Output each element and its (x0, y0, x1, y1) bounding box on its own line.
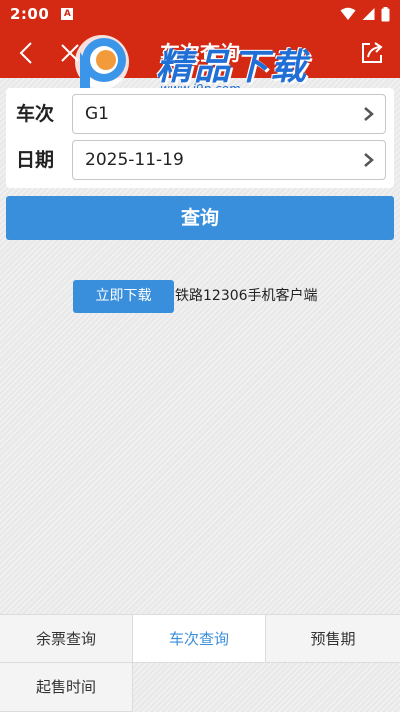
date-value: 2025-11-19 (85, 150, 184, 170)
battery-icon (381, 6, 390, 21)
train-number-value: G1 (85, 104, 109, 124)
notification-a-icon: A (61, 8, 74, 20)
status-bar: 2:00 A (0, 0, 400, 28)
query-form: 车次 G1 日期 2025-11-19 (6, 88, 394, 188)
close-icon (61, 44, 79, 62)
train-label: 车次 (16, 103, 55, 125)
nav-presale-period[interactable]: 预售期 (266, 614, 400, 663)
download-now-button[interactable]: 立即下载 (73, 280, 174, 313)
date-field[interactable]: 2025-11-19 (72, 140, 386, 180)
close-button[interactable] (48, 28, 92, 78)
nav-remaining-tickets[interactable]: 余票查询 (0, 614, 133, 663)
chevron-right-icon (364, 153, 374, 167)
status-time: 2:00 (10, 5, 50, 23)
signal-icon (362, 8, 375, 20)
nav-sale-start-time[interactable]: 起售时间 (0, 663, 133, 712)
train-number-field[interactable]: G1 (72, 94, 386, 134)
share-button[interactable] (350, 28, 394, 78)
query-button[interactable]: 查询 (6, 196, 394, 240)
date-row: 日期 2025-11-19 (6, 138, 394, 182)
chevron-left-icon (19, 42, 32, 64)
back-button[interactable] (4, 28, 48, 78)
chevron-right-icon (364, 107, 374, 121)
date-label: 日期 (16, 149, 55, 171)
bottom-nav: 余票查询 车次查询 预售期 起售时间 (0, 614, 400, 712)
share-icon (362, 42, 383, 63)
train-row: 车次 G1 (6, 92, 394, 136)
promo-text: 铁路12306手机客户端 (175, 288, 318, 304)
title-bar: 车次查询 (0, 28, 400, 78)
status-right-icons (340, 6, 390, 22)
wifi-icon (340, 7, 356, 20)
nav-train-query[interactable]: 车次查询 (133, 614, 266, 663)
